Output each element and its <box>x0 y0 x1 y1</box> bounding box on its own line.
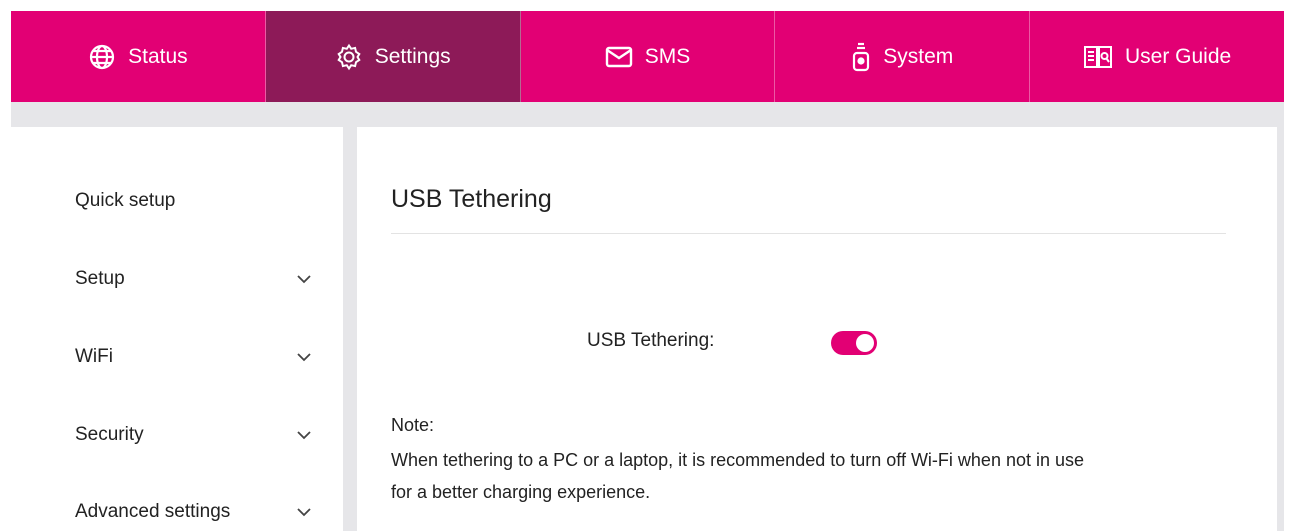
tab-label: SMS <box>644 44 691 68</box>
sidebar-item-wifi[interactable]: WiFi <box>75 342 315 372</box>
note-line-2: for a better charging experience. <box>391 482 651 502</box>
tab-status[interactable]: Status <box>11 11 266 102</box>
tab-sms[interactable]: SMS <box>521 11 776 102</box>
chevron-down-icon <box>293 268 315 290</box>
chevron-down-icon <box>293 346 315 368</box>
title-divider <box>391 233 1226 234</box>
tab-system[interactable]: System <box>775 11 1031 102</box>
tab-label: User Guide <box>1124 44 1232 68</box>
book-icon <box>1083 44 1113 70</box>
usb-tethering-toggle[interactable] <box>831 331 877 355</box>
sidebar-item-setup[interactable]: Setup <box>75 264 315 294</box>
chevron-down-icon <box>293 424 315 446</box>
sidebar-item-label: Advanced settings <box>75 501 231 522</box>
chevron-down-icon <box>293 501 315 523</box>
sidebar-item-label: Setup <box>75 268 125 289</box>
sidebar-item-label: Quick setup <box>75 190 176 211</box>
globe-icon <box>88 43 116 71</box>
tab-settings[interactable]: Settings <box>265 11 521 102</box>
top-navigation: Status Settings SMS System User Guide <box>11 11 1284 102</box>
device-icon <box>851 42 871 72</box>
note-heading: Note: <box>391 415 435 435</box>
sidebar-item-security[interactable]: Security <box>75 420 315 450</box>
note-line-1: When tethering to a PC or a laptop, it i… <box>391 450 1085 470</box>
app-frame: Status Settings SMS System User Guide Qu… <box>11 11 1284 531</box>
sidebar-item-quick-setup[interactable]: Quick setup <box>75 186 315 216</box>
gear-icon <box>335 43 363 71</box>
usb-tethering-label: USB Tethering: <box>587 330 715 351</box>
toggle-knob <box>856 334 874 352</box>
sidebar-item-label: Security <box>75 424 144 445</box>
sidebar-item-advanced-settings[interactable]: Advanced settings <box>75 497 315 527</box>
sidebar: Quick setup Setup WiFi Security Advanced… <box>11 127 343 531</box>
tab-label: Settings <box>374 44 451 68</box>
sidebar-item-label: WiFi <box>75 346 113 367</box>
tab-user-guide[interactable]: User Guide <box>1030 11 1284 102</box>
page-title: USB Tethering <box>391 185 552 213</box>
tab-label: Status <box>128 44 188 68</box>
main-panel: USB Tethering USB Tethering: Note: When … <box>357 127 1277 531</box>
tab-label: System <box>883 44 954 68</box>
envelope-icon <box>605 45 633 69</box>
